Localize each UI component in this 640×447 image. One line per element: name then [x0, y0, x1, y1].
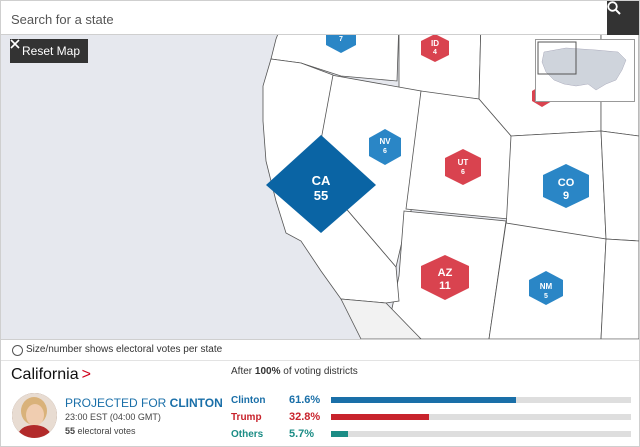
search-bar [1, 1, 639, 35]
legend-text: Size/number shows electoral votes per st… [26, 344, 223, 355]
hexagon-legend-icon [12, 345, 23, 356]
reporting-prefix: After [231, 366, 255, 377]
candidate-name: Clinton [231, 395, 266, 406]
map-legend: Size/number shows electoral votes per st… [1, 339, 639, 361]
state-title-link[interactable]: California > [11, 366, 91, 384]
candidate-percent: 61.6% [289, 394, 321, 406]
electoral-votes-suffix: electoral votes [75, 426, 136, 436]
candidate-photo [12, 393, 57, 438]
reset-map-label: Reset Map [22, 44, 81, 58]
state-east [600, 130, 639, 242]
search-button[interactable] [607, 1, 639, 35]
candidate-percent: 32.8% [289, 411, 321, 423]
vote-bar-track [331, 397, 631, 403]
hex-label-id: ID 4 [431, 39, 439, 57]
search-input[interactable] [9, 5, 603, 33]
electoral-votes-number: 55 [65, 426, 76, 436]
vote-bar-fill [331, 397, 516, 403]
projection-prefix: PROJECTED FOR [65, 396, 170, 410]
candidate-name: Others [231, 429, 264, 440]
inset-us-map[interactable] [535, 39, 635, 102]
vote-bar-fill [331, 414, 430, 420]
hex-label-ca: CA 55 [311, 173, 331, 203]
hex-label-nv: NV 6 [379, 137, 391, 156]
reset-map-button[interactable]: Reset Map [10, 39, 89, 63]
state-texas [600, 238, 639, 339]
projection-text: PROJECTED FOR CLINTON [65, 396, 223, 410]
chevron-right-icon: > [81, 366, 91, 383]
us-overview-icon [537, 41, 627, 91]
reporting-percent: 100% [254, 366, 281, 377]
projected-candidate: CLINTON [169, 396, 223, 410]
state-name: California [11, 366, 79, 383]
vote-bar-track [331, 431, 631, 437]
electoral-votes: 55 electoral votes [65, 426, 136, 436]
search-icon [607, 1, 621, 15]
candidate-avatar [12, 393, 57, 438]
election-map-widget: OR7 ID4 3 CA55 NV6 UT6 CO9 AZ11 NM5 [0, 0, 640, 447]
projection-time: 23:00 EST (04:00 GMT) [65, 412, 161, 422]
hex-label-ut: UT 6 [457, 158, 469, 177]
hex-label-nm: NM 5 [539, 282, 553, 301]
vote-bar-fill [331, 431, 349, 437]
vote-bar-track [331, 414, 631, 420]
map-area[interactable]: OR7 ID4 3 CA55 NV6 UT6 CO9 AZ11 NM5 [1, 1, 639, 339]
hex-label-az: AZ 11 [437, 267, 453, 292]
reporting-status: After 100% of voting districts [231, 366, 358, 377]
candidate-percent: 5.7% [289, 428, 315, 440]
candidate-name: Trump [231, 412, 262, 423]
reporting-suffix: of voting districts [280, 366, 358, 377]
hex-label-co: CO 9 [557, 177, 575, 202]
